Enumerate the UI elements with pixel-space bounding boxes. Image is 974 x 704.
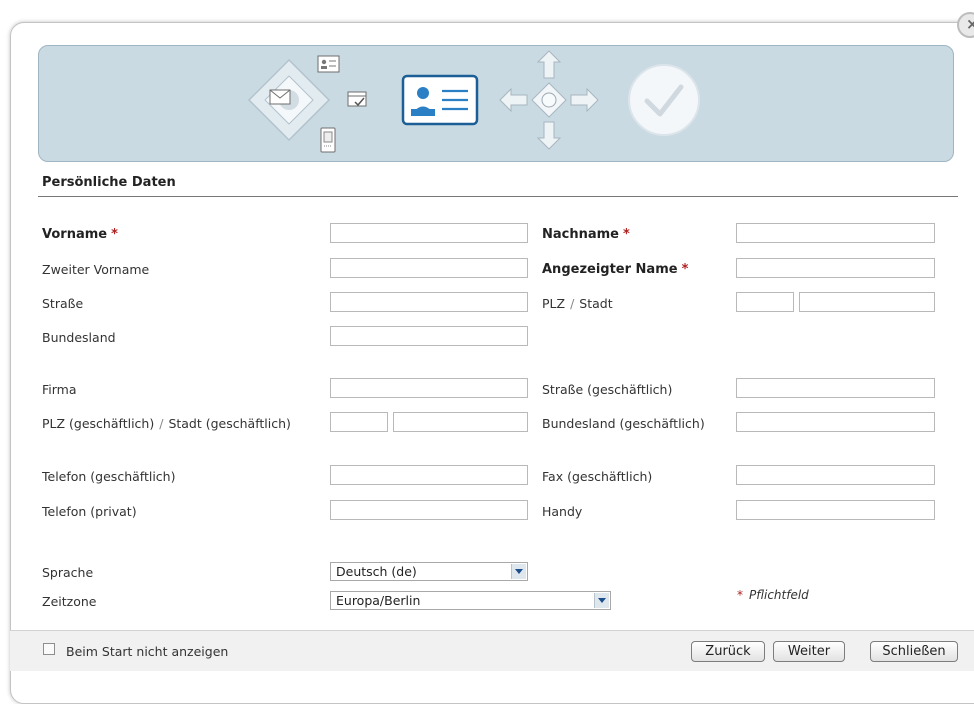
active-contact-card-icon bbox=[401, 74, 479, 126]
dont-show-on-start-checkbox[interactable] bbox=[43, 643, 55, 655]
plz-stadt-geschaeftlich-label: PLZ (geschäftlich) / Stadt (geschäftlich) bbox=[42, 416, 291, 431]
chevron-down-icon[interactable] bbox=[594, 593, 609, 608]
strasse-input[interactable] bbox=[330, 292, 528, 312]
bundesland-geschaeftlich-input[interactable] bbox=[736, 412, 935, 432]
telefon-privat-label: Telefon (privat) bbox=[42, 504, 137, 519]
zweiter-vorname-label: Zweiter Vorname bbox=[42, 262, 150, 277]
wizard-steps bbox=[247, 50, 700, 153]
stadt-geschaeftlich-input[interactable] bbox=[393, 412, 528, 432]
zeitzone-select-value: Europa/Berlin bbox=[336, 593, 421, 608]
nachname-label: Nachname * bbox=[542, 227, 630, 242]
bundesland-label: Bundesland bbox=[42, 330, 116, 345]
dont-show-on-start-label[interactable]: Beim Start nicht anzeigen bbox=[66, 644, 228, 659]
strasse-label: Straße bbox=[42, 296, 84, 311]
sprache-select[interactable]: Deutsch (de) bbox=[330, 562, 528, 581]
section-divider bbox=[38, 196, 958, 197]
stadt-input[interactable] bbox=[799, 292, 935, 312]
zweiter-vorname-input[interactable] bbox=[330, 258, 528, 278]
strasse-geschaeftlich-input[interactable] bbox=[736, 378, 935, 398]
next-button[interactable]: Weiter bbox=[773, 641, 845, 662]
phone-icon bbox=[320, 127, 336, 153]
firma-label: Firma bbox=[42, 382, 77, 397]
zeitzone-label: Zeitzone bbox=[42, 594, 97, 609]
sprache-label: Sprache bbox=[42, 565, 94, 580]
contact-card-icon bbox=[317, 55, 340, 73]
plz-stadt-label: PLZ / Stadt bbox=[542, 296, 613, 311]
required-hint: * Pflichtfeld bbox=[737, 588, 809, 602]
back-button[interactable]: Zurück bbox=[691, 641, 765, 662]
angezeigter-name-input[interactable] bbox=[736, 258, 935, 278]
connect-arrows-icon bbox=[499, 50, 599, 150]
schedule-icon bbox=[347, 91, 367, 107]
plz-input[interactable] bbox=[736, 292, 794, 312]
angezeigter-name-label: Angezeigter Name * bbox=[542, 262, 689, 277]
close-button[interactable]: Schließen bbox=[870, 641, 958, 662]
step-1-inactive bbox=[247, 55, 367, 153]
mail-icon bbox=[269, 89, 291, 105]
sprache-select-value: Deutsch (de) bbox=[336, 564, 417, 579]
nachname-input[interactable] bbox=[736, 223, 935, 243]
plz-geschaeftlich-input[interactable] bbox=[330, 412, 388, 432]
zeitzone-select[interactable]: Europa/Berlin bbox=[330, 591, 611, 610]
chevron-down-icon[interactable] bbox=[511, 564, 526, 579]
fax-geschaeftlich-input[interactable] bbox=[736, 465, 935, 485]
telefon-geschaeftlich-input[interactable] bbox=[330, 465, 528, 485]
telefon-geschaeftlich-label: Telefon (geschäftlich) bbox=[42, 469, 176, 484]
section-title: Persönliche Daten bbox=[42, 175, 176, 190]
done-check-icon bbox=[628, 64, 700, 136]
handy-input[interactable] bbox=[736, 500, 935, 520]
telefon-privat-input[interactable] bbox=[330, 500, 528, 520]
vorname-label: Vorname * bbox=[42, 227, 118, 242]
strasse-geschaeftlich-label: Straße (geschäftlich) bbox=[542, 382, 673, 397]
bundesland-input[interactable] bbox=[330, 326, 528, 346]
firma-input[interactable] bbox=[330, 378, 528, 398]
vorname-input[interactable] bbox=[330, 223, 528, 243]
handy-label: Handy bbox=[542, 504, 583, 519]
bundesland-geschaeftlich-label: Bundesland (geschäftlich) bbox=[542, 416, 705, 431]
fax-geschaeftlich-label: Fax (geschäftlich) bbox=[542, 469, 653, 484]
